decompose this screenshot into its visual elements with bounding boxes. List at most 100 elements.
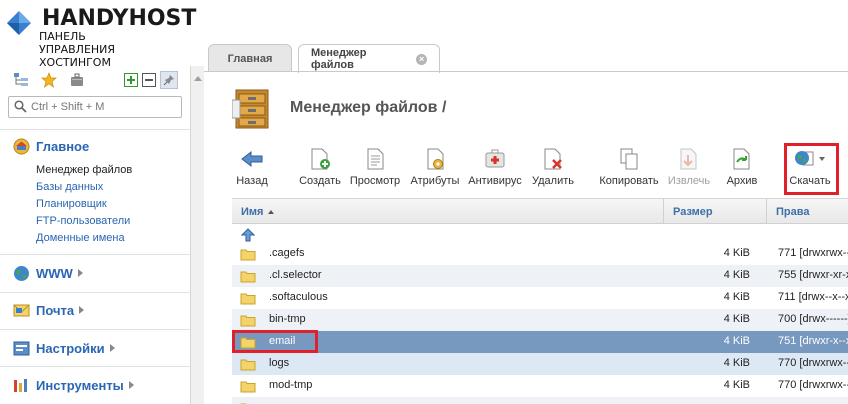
folder-icon: [240, 359, 256, 371]
brand-subtitle-line: ПАНЕЛЬ: [39, 30, 86, 43]
create-label: Создать: [299, 175, 341, 187]
view-button[interactable]: Просмотр: [348, 148, 402, 194]
tab-divider: [204, 71, 848, 72]
archive-button[interactable]: Архив: [722, 148, 762, 194]
brand-subtitle-line: ХОСТИНГОМ: [39, 56, 111, 69]
pin-icon[interactable]: [160, 71, 178, 89]
table-row[interactable]: bin-tmp 4 KiB 700 [drwx------]: [232, 309, 848, 331]
file-size: 4 KiB: [723, 291, 750, 303]
table-row[interactable]: .cl.selector 4 KiB 755 [drwxr-xr-x]: [232, 265, 848, 287]
file-size: 4 KiB: [723, 357, 750, 369]
sidebar-section-mail[interactable]: Почта: [13, 300, 85, 320]
logo-diamond-icon: [7, 11, 31, 35]
file-size: 4 KiB: [723, 335, 750, 347]
tree-view-icon[interactable]: [12, 71, 30, 89]
sidebar-scrollbar[interactable]: [190, 66, 204, 404]
table-row[interactable]: mod-tmp 4 KiB 770 [drwxrwx---]: [232, 375, 848, 397]
archive-label: Архив: [726, 175, 758, 187]
tab-bar: Главная Менеджер файлов ×: [204, 44, 848, 73]
mail-icon: [13, 304, 30, 316]
extract-icon: [678, 148, 700, 170]
home-icon: [13, 138, 30, 154]
column-name-header[interactable]: Имя: [232, 199, 663, 224]
table-row-selected[interactable]: email 4 KiB 751 [drwxr-x--x]: [232, 331, 848, 353]
table-row[interactable]: [232, 397, 848, 404]
brand-subtitle: ПАНЕЛЬ УПРАВЛЕНИЯ ХОСТИНГОМ: [39, 30, 115, 69]
divider: [0, 129, 190, 130]
antivirus-kit-icon: [484, 148, 506, 170]
search-field[interactable]: [8, 96, 182, 118]
column-header-label: Права: [776, 205, 810, 218]
view-document-icon: [364, 148, 386, 170]
briefcase-icon[interactable]: [68, 71, 86, 89]
divider: [0, 292, 190, 293]
file-perms: 711 [drwx--x--x]: [778, 291, 848, 303]
app-window: HANDYHOST ПАНЕЛЬ УПРАВЛЕНИЯ ХОСТИНГОМ Ct…: [0, 0, 848, 404]
table-row[interactable]: .cagefs 4 KiB 771 [drwxrwx--x]: [232, 243, 848, 265]
sidebar-section-tools[interactable]: Инструменты: [13, 375, 134, 395]
sidebar-tools: [12, 71, 182, 89]
page-title: Менеджер файлов /: [290, 99, 447, 116]
file-cabinet-icon: [232, 89, 269, 129]
back-button[interactable]: Назад: [232, 148, 272, 194]
file-size: 4 KiB: [723, 379, 750, 391]
copy-button[interactable]: Копировать: [598, 148, 660, 194]
extract-label: Извлечь: [667, 175, 711, 187]
sidebar-item-file-manager[interactable]: Менеджер файлов: [36, 163, 132, 177]
antivirus-button[interactable]: Антивирус: [468, 148, 522, 194]
sidebar-section-label: Инструменты: [36, 377, 124, 393]
chevron-right-icon: [128, 381, 134, 389]
delete-file-icon: [542, 148, 564, 170]
logo[interactable]: HANDYHOST ПАНЕЛЬ УПРАВЛЕНИЯ ХОСТИНГОМ: [6, 4, 196, 69]
file-size: 4 KiB: [723, 269, 750, 281]
folder-icon: [240, 381, 256, 393]
delete-button[interactable]: Удалить: [530, 148, 576, 194]
archive-icon: [731, 148, 753, 170]
chevron-right-icon: [109, 344, 115, 352]
favorites-star-icon[interactable]: [40, 71, 58, 89]
file-name: mod-tmp: [269, 379, 313, 391]
scroll-up-icon[interactable]: [194, 76, 202, 81]
collapse-all-icon[interactable]: [140, 71, 158, 89]
sidebar-section-label: WWW: [36, 265, 73, 281]
sidebar-item-scheduler[interactable]: Планировщик: [36, 197, 107, 211]
column-perms-header[interactable]: Права: [766, 199, 848, 224]
new-file-icon: [309, 148, 331, 170]
column-header-label: Размер: [673, 205, 713, 218]
divider: [0, 254, 190, 255]
attributes-button[interactable]: Атрибуты: [408, 148, 462, 194]
toolbar: Назад Создать Просмотр Атрибуты Антивиру…: [232, 148, 848, 194]
sidebar-item-databases[interactable]: Базы данных: [36, 180, 103, 194]
search-input[interactable]: [31, 99, 177, 115]
folder-icon: [240, 249, 256, 261]
tab-label: Менеджер файлов: [311, 47, 367, 71]
close-icon[interactable]: ×: [416, 53, 427, 65]
back-arrow-icon: [241, 148, 263, 170]
search-icon: [14, 100, 27, 113]
sidebar-section-settings[interactable]: Настройки: [13, 338, 115, 358]
parent-folder-up-icon: [240, 228, 256, 242]
view-label: Просмотр: [349, 175, 401, 187]
delete-label: Удалить: [532, 175, 574, 187]
create-button[interactable]: Создать: [296, 148, 344, 194]
sidebar-section-label: Настройки: [36, 340, 105, 356]
expand-all-icon[interactable]: [122, 71, 140, 89]
download-highlight: [784, 143, 839, 195]
column-size-header[interactable]: Размер: [663, 199, 766, 224]
table-row[interactable]: logs 4 KiB 770 [drwxrwx---]: [232, 353, 848, 375]
file-perms: 770 [drwxrwx---]: [778, 357, 848, 369]
sidebar-item-ftp-users[interactable]: FTP-пользователи: [36, 214, 130, 228]
sidebar-section-main[interactable]: Главное: [13, 136, 89, 156]
tab-home[interactable]: Главная: [208, 44, 292, 72]
table-header: Имя Размер Права: [232, 198, 848, 224]
extract-button[interactable]: Извлечь: [666, 148, 712, 194]
sidebar-item-domain-names[interactable]: Доменные имена: [36, 231, 125, 245]
folder-icon: [240, 315, 256, 327]
sidebar-section-www[interactable]: WWW: [13, 263, 83, 283]
attributes-gear-icon: [424, 148, 446, 170]
brand-subtitle-line: УПРАВЛЕНИЯ: [39, 43, 116, 56]
back-label: Назад: [236, 175, 268, 187]
file-name: .cl.selector: [269, 269, 322, 281]
table-row[interactable]: .softaculous 4 KiB 711 [drwx--x--x]: [232, 287, 848, 309]
tab-file-manager[interactable]: Менеджер файлов ×: [298, 44, 440, 73]
